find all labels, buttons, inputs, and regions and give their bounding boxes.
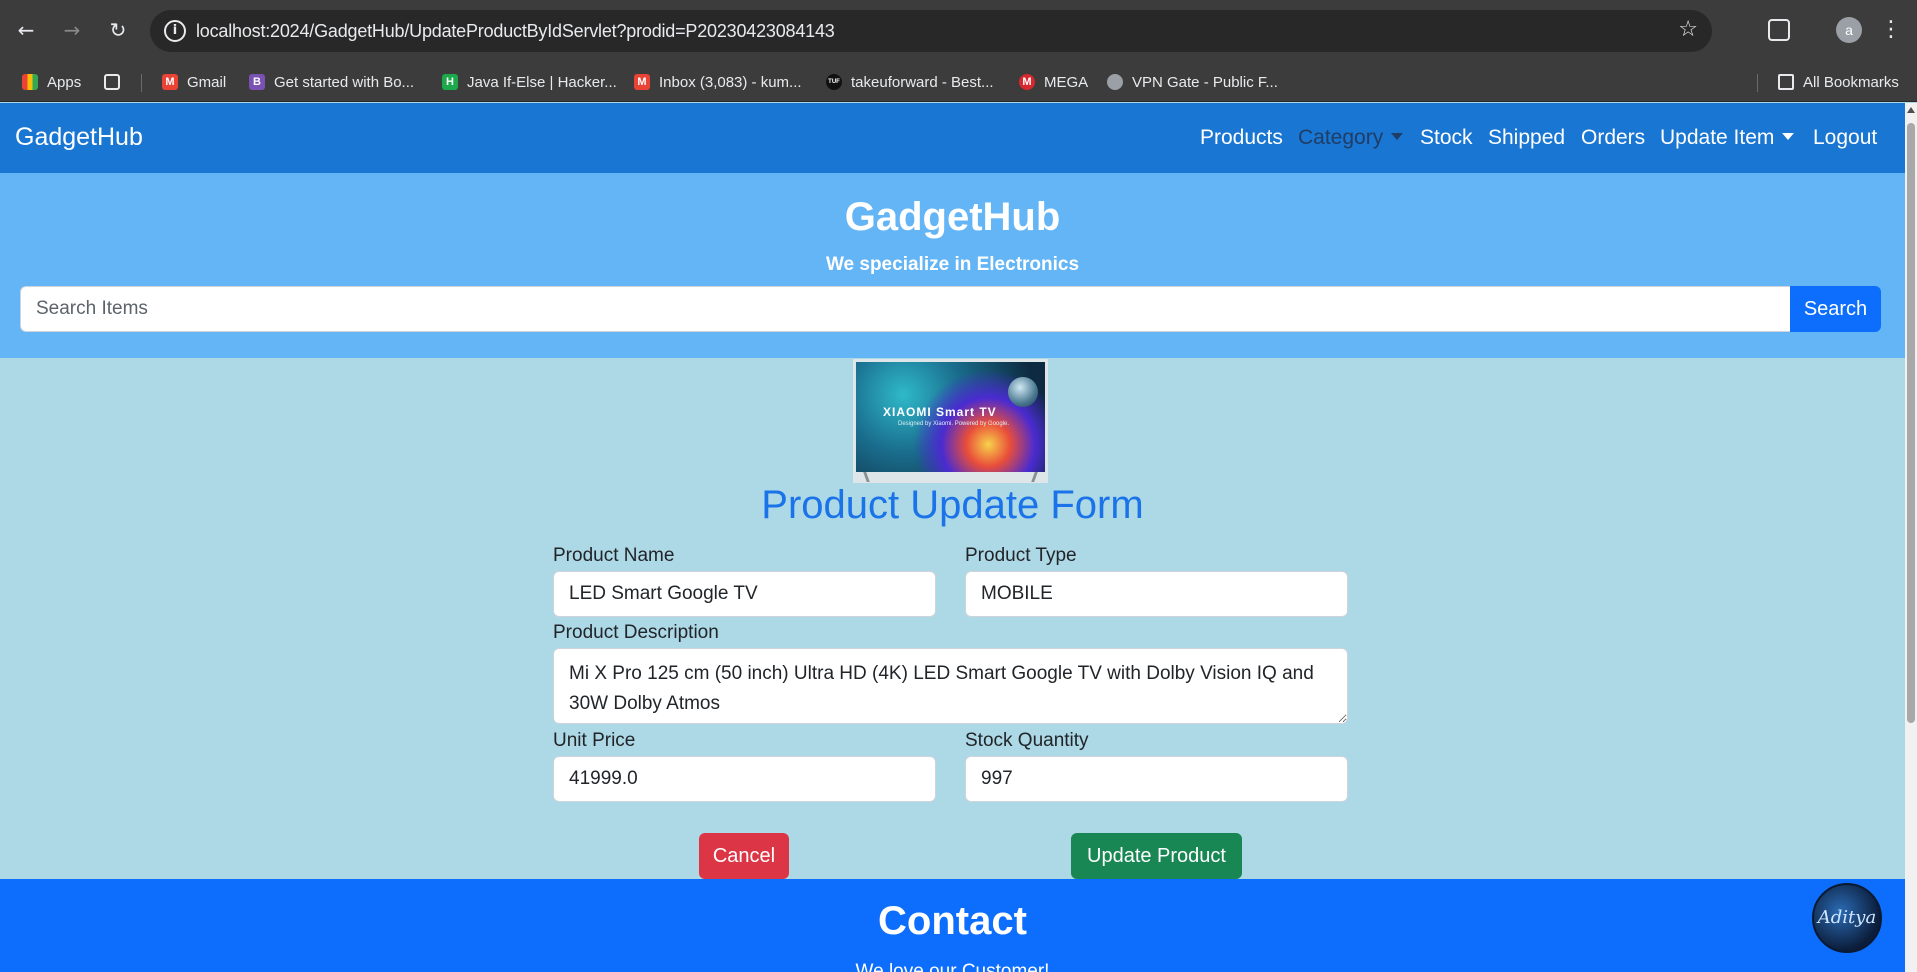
browser-menu-icon[interactable]: ⋮	[1880, 14, 1902, 46]
nav-update-item-dropdown[interactable]: Update Item	[1660, 126, 1795, 150]
product-type-label: Product Type	[965, 545, 1077, 566]
product-description-label: Product Description	[553, 622, 719, 643]
bookmark-vpngate[interactable]: VPN Gate - Public F...	[1107, 62, 1278, 102]
reload-icon[interactable]: ↻	[106, 18, 130, 42]
bookmark-separator	[1757, 74, 1758, 92]
gmail-icon: M	[634, 74, 650, 90]
takeuforward-icon: TUF	[826, 74, 842, 90]
back-icon[interactable]: ←	[14, 18, 38, 42]
tv-stand-left	[863, 472, 870, 482]
bookmark-label: takeuforward - Best...	[851, 73, 994, 91]
address-url[interactable]: localhost:2024/GadgetHub/UpdateProductBy…	[196, 21, 835, 42]
nav-logout[interactable]: Logout	[1813, 126, 1877, 150]
scrollbar-thumb[interactable]	[1907, 123, 1915, 723]
chevron-down-icon	[1391, 132, 1404, 140]
search-button[interactable]: Search	[1790, 286, 1881, 332]
mega-icon: M	[1019, 74, 1035, 90]
update-product-button[interactable]: Update Product	[1071, 833, 1242, 879]
bookmark-bootstrap[interactable]: B Get started with Bo...	[249, 62, 414, 102]
product-image: XIAOMI Smart TV Designed by Xiaomi. Powe…	[853, 359, 1048, 483]
bookmark-takeuforward[interactable]: TUF takeuforward - Best...	[826, 62, 994, 102]
bookmarks-bar: Apps M Gmail B Get started with Bo... H …	[0, 62, 1917, 102]
product-description-field[interactable]: Mi X Pro 125 cm (50 inch) Ultra HD (4K) …	[553, 648, 1348, 724]
tab-groups-icon	[104, 74, 120, 90]
stock-quantity-label: Stock Quantity	[965, 730, 1089, 751]
page-scrollbar[interactable]	[1905, 103, 1917, 972]
search-input[interactable]	[20, 286, 1791, 332]
profile-avatar[interactable]: a	[1836, 17, 1862, 43]
all-bookmarks-label: All Bookmarks	[1803, 73, 1899, 91]
gmail-icon: M	[162, 74, 178, 90]
bookmark-hackerrank[interactable]: H Java If-Else | Hacker...	[442, 62, 617, 102]
form-title: Product Update Form	[761, 483, 1144, 527]
hero-subtitle: We specialize in Electronics	[825, 254, 1080, 275]
nav-category-label: Category	[1298, 126, 1384, 149]
bookmark-label: Gmail	[187, 73, 227, 91]
tv-brand-text: XIAOMI Smart TV	[883, 405, 997, 419]
footer-subtitle: We love our Customer!	[855, 961, 1050, 972]
floating-avatar[interactable]: Aditya	[1812, 883, 1882, 953]
bookmark-mega[interactable]: M MEGA	[1019, 62, 1088, 102]
extensions-icon[interactable]	[1768, 19, 1790, 41]
hackerrank-icon: H	[442, 74, 458, 90]
hero-banner: GadgetHub We specialize in Electronics S…	[0, 173, 1905, 358]
stock-quantity-field[interactable]	[965, 756, 1348, 802]
product-type-field[interactable]	[965, 571, 1348, 617]
bookmark-label: Java If-Else | Hacker...	[467, 73, 617, 91]
unit-price-label: Unit Price	[553, 730, 636, 751]
bookmark-label: Get started with Bo...	[274, 73, 415, 91]
nav-stock[interactable]: Stock	[1420, 126, 1473, 150]
product-name-field[interactable]	[553, 571, 936, 617]
contact-footer: Contact We love our Customer!	[0, 879, 1905, 972]
scroll-up-arrow-icon[interactable]	[1907, 107, 1915, 113]
all-bookmarks[interactable]: All Bookmarks	[1778, 62, 1899, 102]
nav-update-item-label: Update Item	[1660, 126, 1775, 149]
unit-price-field[interactable]	[553, 756, 936, 802]
hero-title: GadgetHub	[844, 195, 1061, 239]
bookmark-label: Apps	[47, 73, 82, 91]
product-name-label: Product Name	[553, 545, 675, 566]
globe-icon	[1107, 74, 1123, 90]
bookmark-inbox[interactable]: M Inbox (3,083) - kum...	[634, 62, 802, 102]
nav-shipped[interactable]: Shipped	[1488, 126, 1565, 150]
address-bar[interactable]: i localhost:2024/GadgetHub/UpdateProduct…	[150, 10, 1712, 52]
nav-orders[interactable]: Orders	[1581, 126, 1645, 150]
chevron-down-icon	[1782, 132, 1795, 140]
forward-icon[interactable]: →	[60, 18, 84, 42]
site-navbar: GadgetHub Products Category Stock Shippe…	[0, 103, 1905, 173]
tv-stand-right	[1031, 472, 1038, 482]
bookmark-label: Inbox (3,083) - kum...	[659, 73, 802, 91]
nav-products[interactable]: Products	[1200, 126, 1283, 150]
bookmark-label: MEGA	[1044, 73, 1089, 91]
bootstrap-icon: B	[249, 74, 265, 90]
folder-icon	[1778, 74, 1794, 90]
cancel-button[interactable]: Cancel	[699, 833, 789, 879]
bookmark-apps[interactable]: Apps	[22, 62, 81, 102]
apps-grid-icon	[22, 74, 38, 90]
bookmark-gmail[interactable]: M Gmail	[162, 62, 226, 102]
bookmark-tab-groups[interactable]	[104, 62, 129, 102]
tv-tagline: Designed by Xiaomi. Powered by Google.	[898, 421, 1010, 427]
tv-orb-graphic	[1008, 377, 1038, 407]
footer-title: Contact	[878, 899, 1027, 943]
site-info-icon[interactable]: i	[164, 20, 186, 42]
bookmark-separator	[141, 74, 142, 92]
browser-toolbar: ← → ↻ i localhost:2024/GadgetHub/UpdateP…	[0, 0, 1917, 62]
nav-category-dropdown[interactable]: Category	[1298, 126, 1404, 150]
bookmark-star-icon[interactable]: ☆	[1678, 17, 1698, 42]
bookmark-label: VPN Gate - Public F...	[1132, 73, 1278, 91]
navbar-brand[interactable]: GadgetHub	[15, 123, 143, 152]
